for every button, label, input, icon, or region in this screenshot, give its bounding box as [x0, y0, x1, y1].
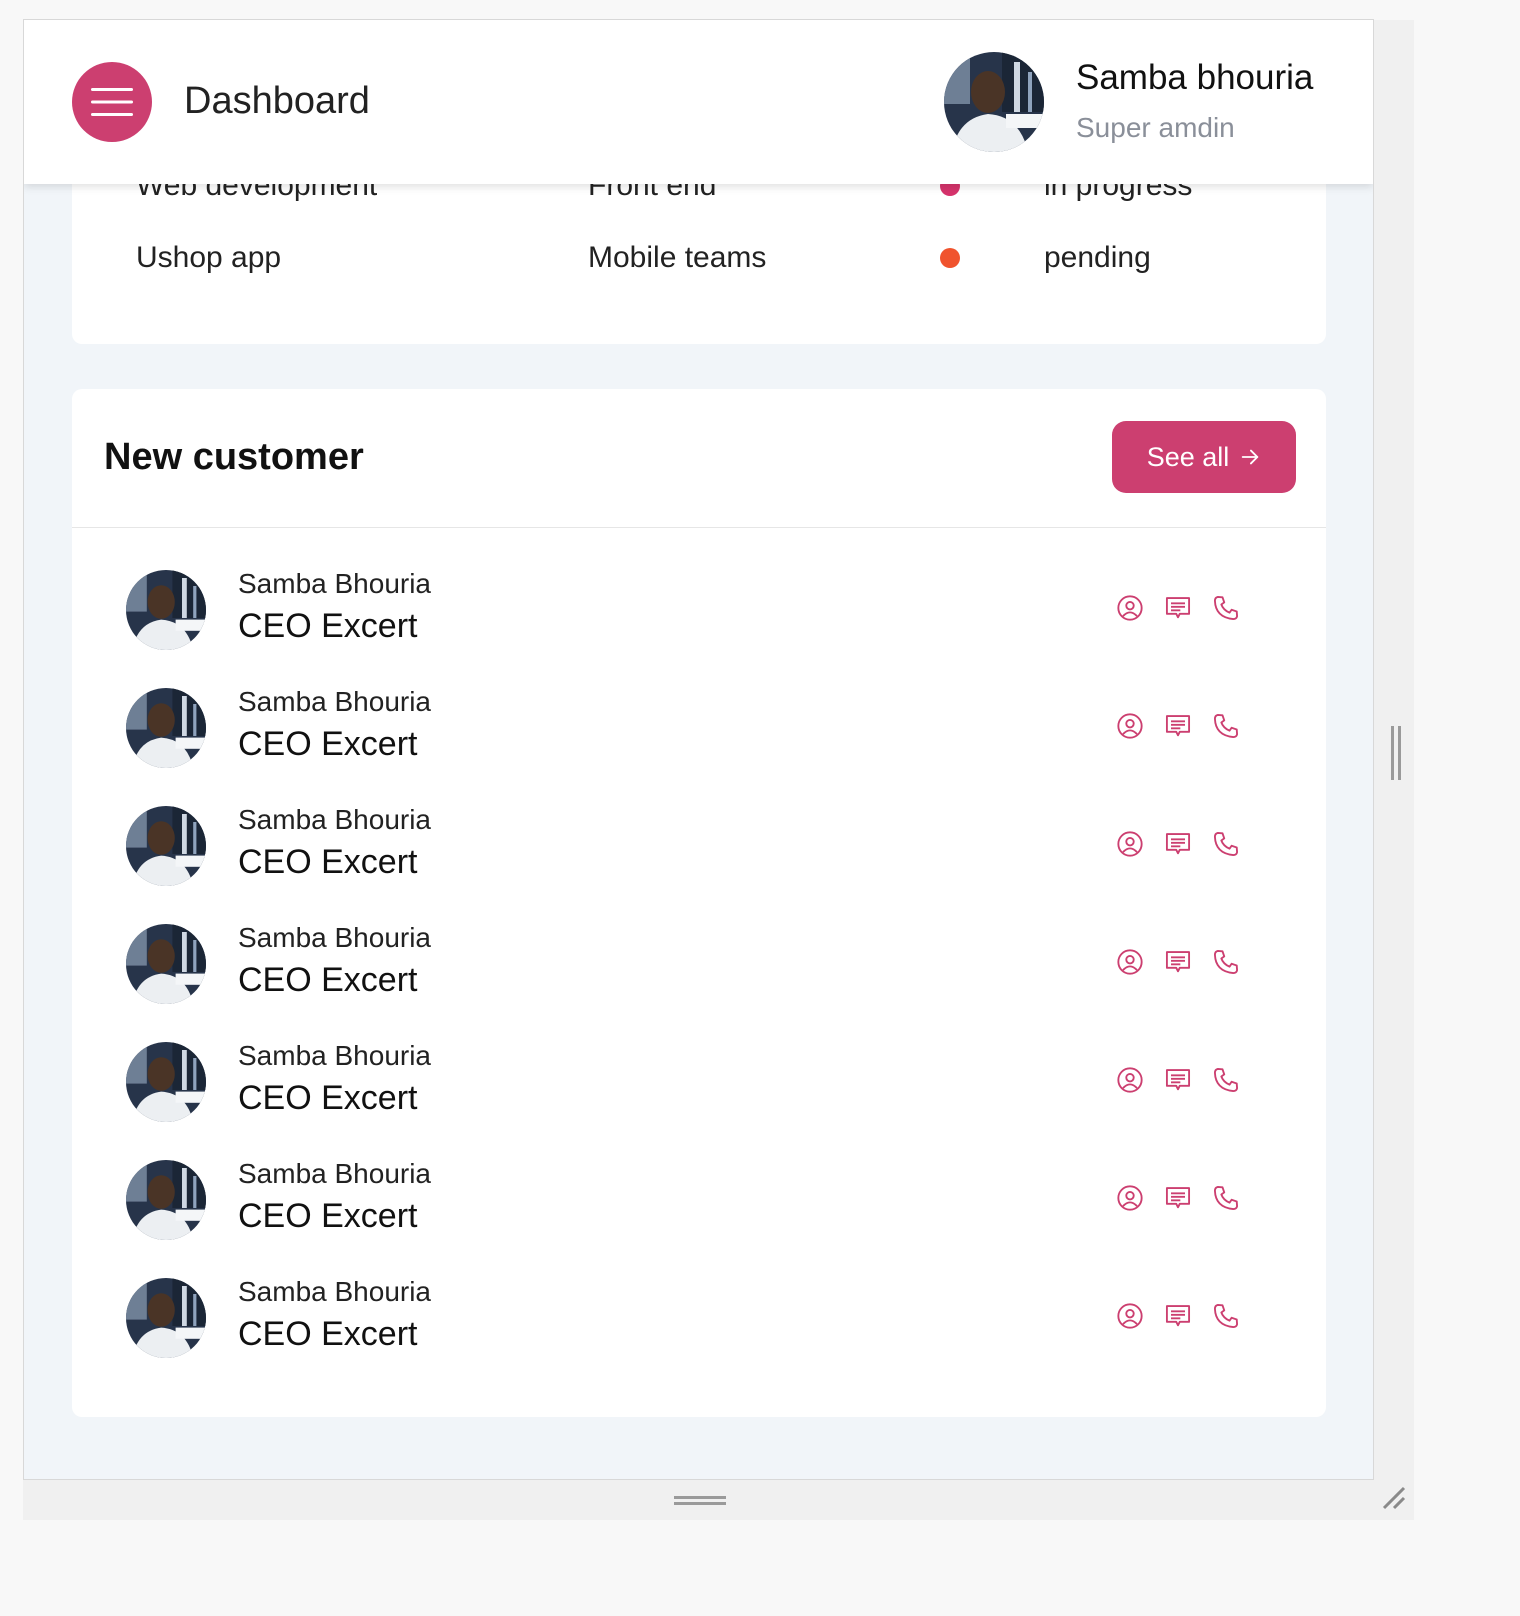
project-row: Ushop app Mobile teams pending [72, 233, 1326, 283]
customer-name: Samba Bhouria [238, 1040, 432, 1071]
page-title: Dashboard [184, 80, 370, 122]
message-icon[interactable] [1164, 1066, 1192, 1094]
phone-icon[interactable] [1212, 712, 1240, 740]
avatar-photo-icon [126, 806, 206, 886]
customer-avatar[interactable] [126, 806, 206, 886]
customer-row: Samba Bhouria CEO Excert [72, 1148, 1326, 1266]
customer-role: CEO Excert [238, 607, 418, 645]
customer-name: Samba Bhouria [238, 686, 432, 717]
customer-role: CEO Excert [238, 843, 418, 881]
customer-actions [1116, 830, 1240, 858]
phone-icon[interactable] [1212, 948, 1240, 976]
avatar-photo-icon [126, 1042, 206, 1122]
user-circle-icon[interactable] [1116, 1184, 1144, 1212]
browser-viewport: Web development Front end in progress Us… [23, 19, 1374, 1480]
avatar-photo-icon [126, 924, 206, 1004]
avatar-photo-icon [126, 1160, 206, 1240]
message-icon[interactable] [1164, 948, 1192, 976]
resize-grip-horizontal-icon[interactable] [674, 1494, 726, 1506]
customer-name: Samba Bhouria [238, 1276, 432, 1307]
customer-avatar[interactable] [126, 1160, 206, 1240]
resize-corner-icon[interactable] [1380, 1484, 1408, 1512]
avatar-photo-icon [126, 1278, 206, 1358]
customer-avatar[interactable] [126, 1278, 206, 1358]
project-status: pending [1044, 241, 1151, 274]
customer-actions [1116, 712, 1240, 740]
user-role: Super amdin [1076, 112, 1235, 143]
avatar-photo-icon [944, 52, 1044, 152]
customer-name: Samba Bhouria [238, 804, 432, 835]
customer-actions [1116, 594, 1240, 622]
customer-row: Samba Bhouria CEO Excert [72, 676, 1326, 794]
customer-role: CEO Excert [238, 725, 418, 763]
user-circle-icon[interactable] [1116, 1066, 1144, 1094]
user-name: Samba bhouria [1076, 58, 1314, 97]
customer-role: CEO Excert [238, 1197, 418, 1235]
customer-avatar[interactable] [126, 570, 206, 650]
new-customer-card: New customer See all Samba Bhouria CEO Ex… [72, 389, 1326, 1417]
resize-grip-vertical-icon[interactable] [1390, 726, 1402, 780]
message-icon[interactable] [1164, 1184, 1192, 1212]
project-department: Mobile teams [588, 241, 767, 274]
see-all-button[interactable]: See all [1112, 421, 1296, 493]
top-bar: Dashboard Samba bhouria Super amdin [24, 20, 1373, 184]
user-circle-icon[interactable] [1116, 1302, 1144, 1330]
customer-row: Samba Bhouria CEO Excert [72, 558, 1326, 676]
hamburger-icon [91, 88, 133, 116]
card-header: New customer See all [72, 389, 1326, 528]
card-title: New customer [104, 436, 364, 478]
customer-name: Samba Bhouria [238, 568, 432, 599]
menu-toggle-button[interactable] [72, 62, 152, 142]
phone-icon[interactable] [1212, 594, 1240, 622]
customer-row: Samba Bhouria CEO Excert [72, 912, 1326, 1030]
customer-row: Samba Bhouria CEO Excert [72, 1266, 1326, 1384]
customer-actions [1116, 1066, 1240, 1094]
phone-icon[interactable] [1212, 1302, 1240, 1330]
see-all-label: See all [1146, 441, 1230, 472]
status-dot [940, 248, 960, 268]
arrow-right-icon [1242, 449, 1259, 465]
customer-avatar[interactable] [126, 688, 206, 768]
message-icon[interactable] [1164, 830, 1192, 858]
user-circle-icon[interactable] [1116, 948, 1144, 976]
customer-role: CEO Excert [238, 1315, 418, 1353]
user-avatar[interactable] [944, 52, 1044, 152]
user-circle-icon[interactable] [1116, 594, 1144, 622]
message-icon[interactable] [1164, 594, 1192, 622]
avatar-photo-icon [126, 688, 206, 768]
phone-icon[interactable] [1212, 830, 1240, 858]
message-icon[interactable] [1164, 1302, 1192, 1330]
message-icon[interactable] [1164, 712, 1192, 740]
customer-avatar[interactable] [126, 924, 206, 1004]
user-circle-icon[interactable] [1116, 712, 1144, 740]
customer-actions [1116, 1184, 1240, 1212]
customer-avatar[interactable] [126, 1042, 206, 1122]
project-name: Ushop app [136, 241, 282, 274]
customer-role: CEO Excert [238, 1079, 418, 1117]
phone-icon[interactable] [1212, 1184, 1240, 1212]
customer-row: Samba Bhouria CEO Excert [72, 794, 1326, 912]
customer-name: Samba Bhouria [238, 1158, 432, 1189]
customer-actions [1116, 948, 1240, 976]
phone-icon[interactable] [1212, 1066, 1240, 1094]
main-content: Web development Front end in progress Us… [24, 20, 1373, 1479]
customer-name: Samba Bhouria [238, 922, 432, 953]
avatar-photo-icon [126, 570, 206, 650]
customer-actions [1116, 1302, 1240, 1330]
customer-row: Samba Bhouria CEO Excert [72, 1030, 1326, 1148]
customer-role: CEO Excert [238, 961, 418, 999]
user-circle-icon[interactable] [1116, 830, 1144, 858]
